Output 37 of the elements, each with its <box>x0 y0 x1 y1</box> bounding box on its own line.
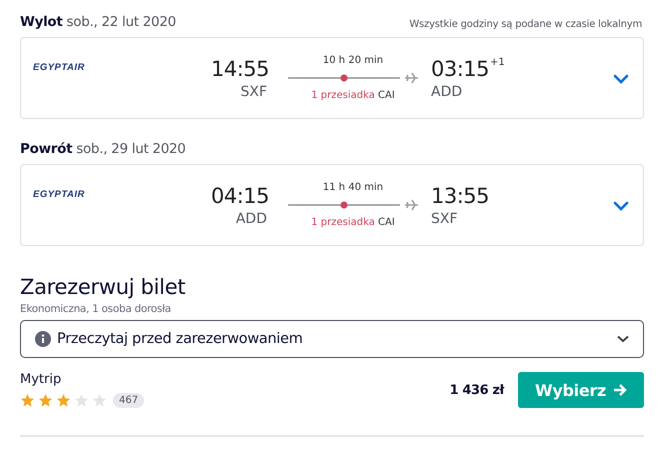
route-line-icon <box>288 198 418 212</box>
stops-text: 1 przesiadka CAI <box>311 216 395 229</box>
star-icon <box>20 393 35 408</box>
departure-time: 14:55 <box>210 56 269 83</box>
day-offset: +1 <box>490 57 505 70</box>
departure-airport: ADD <box>236 210 267 228</box>
arrival-time: 13:55 <box>431 183 490 210</box>
provider-name: Mytrip <box>20 372 62 387</box>
star-icon <box>92 393 107 408</box>
leg-heading: Powrót sob., 29 lut 2020 <box>20 141 186 157</box>
star-icon <box>38 393 53 408</box>
booking-title: Zarezerwuj bilet <box>20 274 186 300</box>
stops-text: 1 przesiadka CAI <box>311 89 395 102</box>
price: 1 436 zł <box>450 382 504 398</box>
departure-airport: SXF <box>240 83 267 101</box>
arrival-time: 03:15 <box>431 56 490 83</box>
arrival-airport: SXF <box>431 210 458 228</box>
timezone-note: Wszystkie godziny są podane w czasie lokalnym <box>409 19 643 30</box>
airline-logo: EGYPTAIR <box>33 189 85 200</box>
review-count: 467 <box>113 393 144 408</box>
arrow-right-icon <box>612 384 627 396</box>
route-line-icon <box>288 71 418 85</box>
booking-subtitle: Ekonomiczna, 1 osoba dorosła <box>20 303 172 315</box>
chevron-down-icon[interactable] <box>613 201 629 211</box>
star-icon <box>56 393 71 408</box>
notice-dropdown[interactable]: Przeczytaj przed zarezerwowaniem <box>20 320 644 358</box>
star-icon <box>74 393 89 408</box>
flight-duration: 11 h 40 min <box>322 181 384 195</box>
flight-card[interactable]: EGYPTAIR 04:15 ADD 11 h 40 min 1 przesiadka CAI 13:55 SXF <box>20 164 644 246</box>
arrival-airport: ADD <box>431 83 462 101</box>
chevron-down-icon <box>617 335 629 343</box>
info-icon <box>35 331 51 347</box>
departure-time: 04:15 <box>210 183 269 210</box>
flight-duration: 10 h 20 min <box>322 54 384 68</box>
airline-logo: EGYPTAIR <box>33 62 85 73</box>
chevron-down-icon[interactable] <box>613 74 629 84</box>
leg-heading: Wylot sob., 22 lut 2020 <box>20 14 176 30</box>
